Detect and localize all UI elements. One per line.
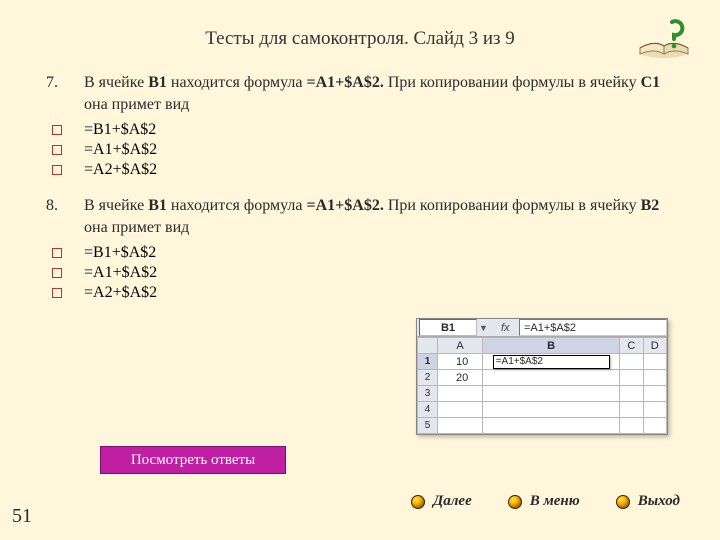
nav-label: В меню <box>530 493 580 510</box>
nav-label: Далее <box>433 493 472 510</box>
question-text: В ячейке В1 находится формула =A1+$A$2. … <box>84 195 676 238</box>
row-header: 4 <box>418 402 438 418</box>
book-question-icon <box>636 18 692 60</box>
col-header: A <box>438 338 483 354</box>
nav-next[interactable]: Далее <box>411 493 472 510</box>
text: она примет вид <box>84 96 189 113</box>
content-area: 7. В ячейке В1 находится формула =A1+$A$… <box>46 72 676 318</box>
active-cell: =A1+$A$2 <box>483 354 620 370</box>
show-answers-button[interactable]: Посмотреть ответы <box>100 446 286 474</box>
cell <box>643 386 666 402</box>
cell <box>438 418 483 434</box>
name-box: B1 <box>419 319 477 336</box>
row-header: 1 <box>418 354 438 370</box>
option-label: =A2+$A$2 <box>84 284 157 302</box>
nav-bar: Далее В меню Выход <box>411 493 680 510</box>
cell <box>620 370 643 386</box>
option[interactable]: =A1+$A$2 <box>46 141 676 159</box>
text: В ячейке <box>84 197 148 214</box>
cell <box>620 354 643 370</box>
cell: 10 <box>438 354 483 370</box>
option-label: =В1+$A$2 <box>84 244 156 262</box>
text: находится формула <box>167 74 307 91</box>
text: находится формула <box>167 197 307 214</box>
text: В ячейке <box>84 74 148 91</box>
bullet-icon <box>508 495 522 509</box>
cell-ref: В1 <box>148 74 167 91</box>
cell-editor: =A1+$A$2 <box>493 355 610 369</box>
dropdown-icon: ▼ <box>479 323 491 333</box>
question-number: 8. <box>46 195 84 238</box>
checkbox-icon <box>52 288 62 298</box>
cell <box>620 418 643 434</box>
option-label: =A1+$A$2 <box>84 264 157 282</box>
text: она примет вид <box>84 219 189 236</box>
nav-menu[interactable]: В меню <box>508 493 580 510</box>
option[interactable]: =A2+$A$2 <box>46 284 676 302</box>
row-header: 5 <box>418 418 438 434</box>
question-8: 8. В ячейке В1 находится формула =A1+$A$… <box>46 195 676 238</box>
cell <box>483 418 620 434</box>
checkbox-icon <box>52 248 62 258</box>
spreadsheet-illustration: B1 ▼ fx =A1+$A$2 A B C D 1 10 =A1+$A$2 2… <box>416 318 668 435</box>
question-text: В ячейке В1 находится формула =A1+$A$2. … <box>84 72 676 115</box>
cell <box>620 386 643 402</box>
col-header: C <box>620 338 643 354</box>
cell <box>643 354 666 370</box>
cell <box>643 402 666 418</box>
cell: 20 <box>438 370 483 386</box>
formula-text: =A1+$A$2. <box>306 197 383 214</box>
cell <box>483 402 620 418</box>
cell-ref: С1 <box>641 74 661 91</box>
slide-title: Тесты для самоконтроля. Слайд 3 из 9 <box>0 0 720 50</box>
cell <box>438 402 483 418</box>
cell-ref: В2 <box>641 197 660 214</box>
formula-text: =A1+$A$2. <box>306 74 383 91</box>
cell <box>483 370 620 386</box>
bullet-icon <box>616 495 630 509</box>
nav-label: Выход <box>638 493 680 510</box>
page-number: 51 <box>12 505 32 528</box>
corner-cell <box>418 338 438 354</box>
question-7: 7. В ячейке В1 находится формула =A1+$A$… <box>46 72 676 115</box>
nav-exit[interactable]: Выход <box>616 493 680 510</box>
cell <box>483 386 620 402</box>
row-header: 3 <box>418 386 438 402</box>
bullet-icon <box>411 495 425 509</box>
text: При копировании формулы в ячейку <box>384 197 641 214</box>
formula-value: =A1+$A$2 <box>519 319 667 336</box>
formula-bar: B1 ▼ fx =A1+$A$2 <box>417 319 667 337</box>
grid: A B C D 1 10 =A1+$A$2 2 20 3 4 5 <box>417 337 667 434</box>
checkbox-icon <box>52 125 62 135</box>
option-label: =A2+$A$2 <box>84 161 157 179</box>
row-header: 2 <box>418 370 438 386</box>
question-number: 7. <box>46 72 84 115</box>
option-label: =A1+$A$2 <box>84 141 157 159</box>
col-header: D <box>643 338 666 354</box>
cell-ref: В1 <box>148 197 167 214</box>
question-7-options: =В1+$A$2 =A1+$A$2 =A2+$A$2 <box>46 121 676 179</box>
cell <box>620 402 643 418</box>
col-header: B <box>483 338 620 354</box>
fx-icon: fx <box>501 322 515 334</box>
checkbox-icon <box>52 268 62 278</box>
cell <box>438 386 483 402</box>
option[interactable]: =A2+$A$2 <box>46 161 676 179</box>
cell <box>643 370 666 386</box>
question-8-options: =В1+$A$2 =A1+$A$2 =A2+$A$2 <box>46 244 676 302</box>
option[interactable]: =В1+$A$2 <box>46 244 676 262</box>
text: При копировании формулы в ячейку <box>384 74 641 91</box>
checkbox-icon <box>52 145 62 155</box>
option[interactable]: =В1+$A$2 <box>46 121 676 139</box>
cell <box>643 418 666 434</box>
option[interactable]: =A1+$A$2 <box>46 264 676 282</box>
checkbox-icon <box>52 165 62 175</box>
option-label: =В1+$A$2 <box>84 121 156 139</box>
